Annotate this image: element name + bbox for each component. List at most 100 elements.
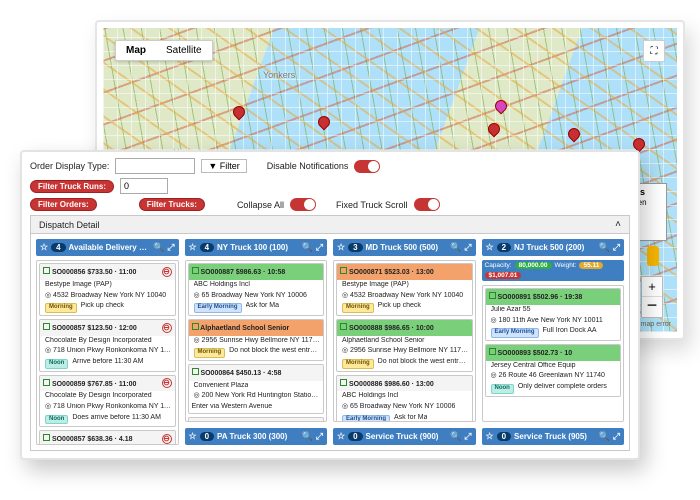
time-window-tag: Morning [194,348,226,358]
order-card[interactable]: SO000857 $638.36 · 4.18⊖New Vision 110 H… [39,430,176,445]
remove-icon[interactable]: ⊖ [162,378,172,388]
column-title: Service Truck (900) [366,432,439,441]
search-icon[interactable]: 🔍 [599,431,610,442]
expand-icon[interactable]: ⤢ [464,242,471,253]
collapse-all-label: Collapse All [237,200,284,210]
checkbox-icon[interactable] [192,368,199,375]
order-display-type-select[interactable] [115,158,195,174]
truck-column-header[interactable]: ☆2NJ Truck 500 (200)🔍⤢ [482,239,625,256]
order-count-badge: 0 [348,432,362,441]
checkbox-icon[interactable] [489,292,496,299]
checkbox-icon[interactable] [192,323,199,330]
filter-button[interactable]: ▼ Filter [201,159,246,173]
search-icon[interactable]: 🔍 [302,431,313,442]
time-window-tag: Early Morning [194,303,242,313]
order-card[interactable]: SO000871 $523.03 · 13:00Bestype Image (P… [336,263,473,316]
search-icon[interactable]: 🔍 [599,242,610,253]
time-window-tag: Noon [491,384,514,394]
order-count-badge: 0 [497,432,511,441]
filter-truck-runs-label: Filter Truck Runs: [30,180,114,193]
checkbox-icon[interactable] [192,421,199,422]
chevron-up-icon: ˄ [615,219,621,230]
expand-icon[interactable]: ⤢ [613,242,620,253]
truck-column-header[interactable]: ☆0Service Truck (905)🔍⤢ [482,428,625,445]
order-card[interactable]: SO000887 $986.63 · 10:58ABC Holdings Inc… [188,263,325,316]
capacity-bar: Capacity:80,000.00Weight:55.11$1,007.01 [482,260,625,281]
column-title: NY Truck 100 (100) [217,243,288,252]
fullscreen-icon: ⛶ [651,46,658,57]
truck-column-header[interactable]: ☆0PA Truck 300 (300) 🔍⤢ [185,428,328,445]
expand-icon[interactable]: ⤢ [464,431,471,442]
checkbox-icon[interactable] [340,267,347,274]
order-card[interactable]: SO000893 $502.73 · 10Jersey Central Offi… [485,344,622,397]
order-card[interactable]: SO000864 $536.03 · 4:10Jersey Central Of… [188,417,325,422]
order-card[interactable]: SO000886 $986.60 · 13:00ABC Holdings Inc… [336,375,473,423]
zoom-in-button[interactable]: + [642,277,662,297]
order-count-badge: 4 [200,243,214,252]
truck-column-header[interactable]: ☆4Available Delivery Orders🔍⤢ [36,239,179,256]
tab-satellite[interactable]: Satellite [156,41,212,60]
order-card[interactable]: SO000859 $767.85 · 11:00⊖Chocolate By De… [39,375,176,428]
truck-column-header[interactable]: ☆4NY Truck 100 (100)🔍⤢ [185,239,328,256]
order-count-badge: 0 [200,432,214,441]
order-card[interactable]: SO000856 $733.50 · 11:00⊖Bestype Image (… [39,263,176,316]
expand-icon[interactable]: ⤢ [316,242,323,253]
search-icon[interactable]: 🔍 [153,242,164,253]
search-icon[interactable]: 🔍 [450,431,461,442]
fullscreen-button[interactable]: ⛶ [643,40,665,62]
dispatch-board: ☆4Available Delivery Orders🔍⤢ SO000856 $… [30,233,630,451]
search-icon[interactable]: 🔍 [302,242,313,253]
remove-icon[interactable]: ⊖ [162,323,172,333]
truck-column-header[interactable]: ☆3MD Truck 500 (500)🔍⤢ [333,239,476,256]
column-title: Available Delivery Orders [69,243,151,252]
expand-icon[interactable]: ⤢ [167,242,174,253]
order-count-badge: 4 [51,243,65,252]
order-card[interactable]: SO000857 $123.50 · 12:00⊖Chocolate By De… [39,319,176,372]
order-card[interactable]: SO000864 $450.13 · 4:58Convenient Plaza◎… [188,364,325,414]
expand-icon[interactable]: ⤢ [613,431,620,442]
time-window-tag: Early Morning [491,328,539,338]
order-count-badge: 2 [497,243,511,252]
star-icon: ☆ [486,431,494,442]
column-title: MD Truck 500 (500) [366,243,438,252]
zoom-out-button[interactable]: − [642,297,662,317]
column-title: PA Truck 300 (300) [217,432,287,441]
remove-icon[interactable]: ⊖ [162,267,172,277]
map-city-label: Yonkers [263,70,295,80]
star-icon: ☆ [486,242,494,253]
checkbox-icon[interactable] [489,348,496,355]
disable-notifications-label: Disable Notifications [267,161,349,171]
remove-icon[interactable]: ⊖ [162,434,172,444]
checkbox-icon[interactable] [43,267,50,274]
fixed-truck-scroll-toggle[interactable] [414,198,440,211]
tab-title: Dispatch Detail [39,220,100,230]
truck-column: ☆2NJ Truck 500 (200)🔍⤢ Capacity:80,000.00… [482,239,625,445]
collapse-all-toggle[interactable] [290,198,316,211]
pegman-icon[interactable] [647,246,659,266]
checkbox-icon[interactable] [340,323,347,330]
checkbox-icon[interactable] [43,323,50,330]
truck-column-header[interactable]: ☆0Service Truck (900)🔍⤢ [333,428,476,445]
checkbox-icon[interactable] [340,379,347,386]
dispatch-detail-tab[interactable]: Dispatch Detail ˄ [30,215,630,233]
search-icon[interactable]: 🔍 [450,242,461,253]
order-card[interactable]: SO000888 $986.65 · 10:00Alphaetland Scho… [336,319,473,372]
order-card[interactable]: Alphaetland School Senior◎ 2956 Sunrise … [188,319,325,361]
truck-column: ☆4Available Delivery Orders🔍⤢ SO000856 $… [36,239,179,445]
dispatch-panel: Order Display Type: ▼ Filter Disable Not… [20,150,640,460]
star-icon: ☆ [337,242,345,253]
order-card[interactable]: SO000891 $502.96 · 19:38Julie Azar 55◎ 1… [485,288,622,341]
filter-truck-runs-input[interactable] [120,178,168,194]
checkbox-icon[interactable] [192,267,199,274]
filter-trucks-label: Filter Trucks: [139,198,205,211]
checkbox-icon[interactable] [43,434,50,441]
time-window-tag: Morning [342,303,374,313]
column-body: SO000887 $986.63 · 10:58ABC Holdings Inc… [185,260,328,422]
filter-orders-label: Filter Orders: [30,198,97,211]
tab-map[interactable]: Map [116,41,156,60]
expand-icon[interactable]: ⤢ [316,431,323,442]
disable-notifications-toggle[interactable] [354,160,380,173]
time-window-tag: Noon [45,359,68,369]
star-icon: ☆ [189,431,197,442]
checkbox-icon[interactable] [43,379,50,386]
